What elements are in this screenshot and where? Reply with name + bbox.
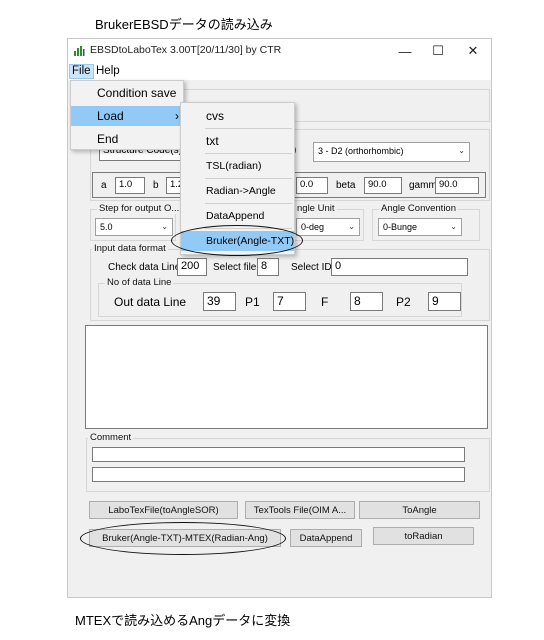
comment-legend: Comment <box>88 432 134 443</box>
lattice-b-label: b <box>153 180 159 191</box>
output-textarea[interactable] <box>85 325 488 429</box>
file-menu-load[interactable]: Load › <box>71 106 183 126</box>
file-menu-dropdown: Condition save Load › End <box>70 80 184 150</box>
load-txt[interactable]: txt <box>181 131 294 151</box>
lattice-beta-input[interactable]: 90.0 <box>364 177 402 194</box>
load-radian-angle[interactable]: Radian->Angle <box>181 181 294 201</box>
title-bar: EBSDtoLaboTex 3.00T[20/11/30] by CTR — ☐… <box>68 39 491 63</box>
check-data-line-label: Check data Line <box>108 262 181 273</box>
maximize-button[interactable]: ☐ <box>423 41 453 61</box>
load-data-append[interactable]: DataAppend <box>181 206 294 226</box>
lattice-gamma-input[interactable]: 90.0 <box>435 177 479 194</box>
load-cvs[interactable]: cvs <box>181 106 294 126</box>
caption-top: BrukerEBSDデータの読み込み <box>95 17 273 32</box>
p1-input[interactable]: 7 <box>273 292 306 311</box>
load-tsl-radian[interactable]: TSL(radian) <box>181 156 294 176</box>
angle-unit-legend: ngle Unit <box>295 203 337 214</box>
lattice-a-label: a <box>101 180 107 191</box>
step-output-select[interactable]: 5.0 ⌄ <box>95 218 173 236</box>
f-input[interactable]: 8 <box>350 292 383 311</box>
annotation-ellipse-bruker <box>171 225 303 256</box>
step-output-legend: Step for output O... <box>97 203 182 214</box>
select-file-label: Select file <box>213 262 257 273</box>
lattice-gamma-label: gamm <box>409 180 437 191</box>
submenu-separator <box>205 178 292 179</box>
app-icon <box>73 45 85 57</box>
comment-line1-input[interactable] <box>92 447 465 462</box>
file-menu-end[interactable]: End <box>71 129 183 149</box>
check-data-line-input[interactable]: 200 <box>177 258 207 276</box>
select-id-label: Select ID <box>291 262 332 273</box>
submenu-separator <box>205 128 292 129</box>
app-window: EBSDtoLaboTex 3.00T[20/11/30] by CTR — ☐… <box>67 38 492 598</box>
out-data-line-label: Out data Line <box>114 295 187 309</box>
to-angle-button[interactable]: ToAngle <box>359 501 480 519</box>
submenu-separator <box>205 203 292 204</box>
p2-input[interactable]: 9 <box>428 292 461 311</box>
minimize-button[interactable]: — <box>390 41 420 61</box>
select-file-input[interactable]: 8 <box>257 258 279 276</box>
to-radian-button[interactable]: toRadian <box>373 527 474 545</box>
file-menu-condition-save[interactable]: Condition save <box>71 83 183 103</box>
out-data-line-input[interactable]: 39 <box>203 292 236 311</box>
annotation-ellipse-convert <box>80 522 286 555</box>
submenu-separator <box>205 153 292 154</box>
menu-help[interactable]: Help <box>94 64 122 79</box>
textools-file-button[interactable]: TexTools File(OIM A... <box>245 501 355 519</box>
p2-label: P2 <box>396 295 411 309</box>
close-button[interactable]: ✕ <box>458 41 488 61</box>
lattice-beta-label: beta <box>336 180 356 191</box>
f-label: F <box>321 295 329 309</box>
menu-bar: File Help <box>68 63 491 80</box>
lattice-a-input[interactable]: 1.0 <box>115 177 145 194</box>
input-format-legend: Input data format <box>92 243 168 254</box>
comment-line2-input[interactable] <box>92 467 465 482</box>
lattice-c-input[interactable]: 0.0 <box>296 177 328 194</box>
submenu-arrow-icon: › <box>175 109 179 123</box>
menu-file[interactable]: File <box>69 64 94 79</box>
p1-label: P1 <box>245 295 260 309</box>
data-append-button[interactable]: DataAppend <box>290 529 362 547</box>
angle-unit-select[interactable]: 0-deg ⌄ <box>296 218 360 236</box>
structure-code-select[interactable]: 3 - D2 (orthorhombic) ⌄ <box>313 142 470 162</box>
caption-bottom: MTEXで読み込めるAngデータに変換 <box>75 613 291 628</box>
labotex-file-button[interactable]: LaboTexFile(toAngleSOR) <box>89 501 238 519</box>
angle-convention-select[interactable]: 0-Bunge ⌄ <box>378 218 462 236</box>
select-id-input[interactable]: 0 <box>331 258 468 276</box>
angle-convention-legend: Angle Convention <box>379 203 458 214</box>
window-title: EBSDtoLaboTex 3.00T[20/11/30] by CTR <box>90 44 282 56</box>
line-count-legend: No of data Line <box>105 277 174 288</box>
